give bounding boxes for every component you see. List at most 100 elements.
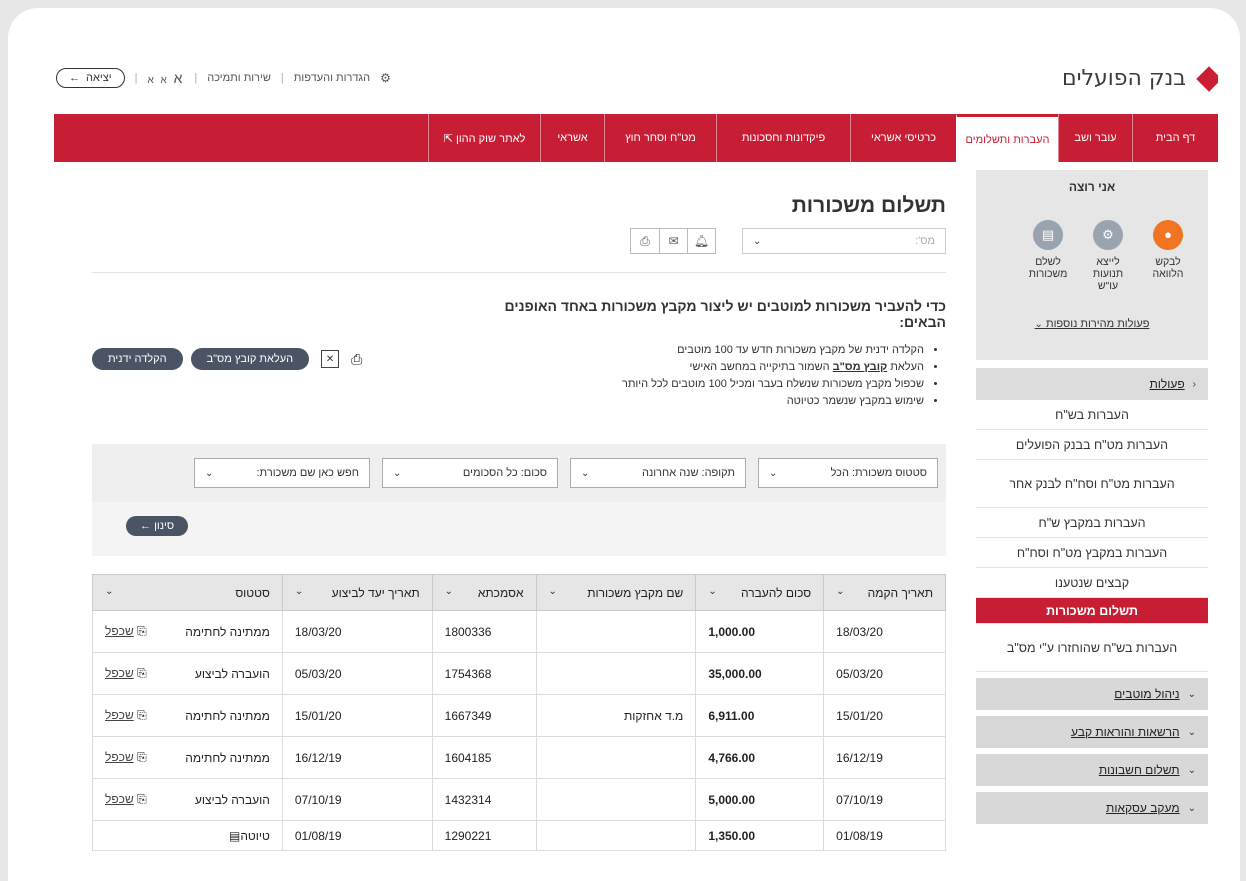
nav-item[interactable]: כרטיסי אשראי [850,114,956,162]
copy-link[interactable]: ⎘ שכפל [105,750,147,765]
upload-file-button[interactable]: העלאת קובץ מס"ב [190,348,310,370]
quick-action[interactable]: ▤ לשלם משכורות [1024,220,1072,292]
document-icon: ▤ [1033,220,1063,250]
font-medium-button[interactable]: א [161,75,169,86]
sidebar-action-item[interactable]: קבצים שנטענו [976,568,1208,598]
sidebar-section[interactable]: ⌄ ניהול מוטבים [976,678,1208,710]
chevron-down-icon: ⌄ [708,585,717,597]
quick-action[interactable]: ● לבקש הלוואה [1144,220,1192,292]
status-cell: ממתינה לחתימה ⎘ שכפל [92,694,283,737]
font-large-button[interactable]: א [174,70,185,86]
chevron-down-icon: ⌄ [1187,688,1196,700]
chevron-down-icon: ⌄ [294,585,304,597]
exit-button[interactable]: יציאה ← [56,68,125,88]
copy-link[interactable]: ⎘ שכפל [105,708,147,723]
masav-file-link[interactable]: קובץ מס"ב [833,361,888,373]
table-row[interactable]: 18/03/20 1,000.00 1800336 18/03/20 ממתינה לח… [92,610,946,653]
target-date-cell: 16/12/19 [281,736,433,779]
sidebar-section[interactable]: ⌄ הרשאות והוראות קבע [976,716,1208,748]
print-icon[interactable]: ⎙ [351,351,362,368]
reference-cell: 1432314 [431,778,537,821]
nav-item[interactable]: העברות ותשלומים [956,114,1058,162]
quick-action[interactable]: ⚙ לייצא תנועות עו"ש [1084,220,1132,292]
manual-entry-button[interactable]: הקלדה ידנית [92,348,183,370]
column-header[interactable]: סכום להעברה ⌄ [695,574,825,611]
mail-icon[interactable]: ✉ [659,229,687,253]
separator: | [194,72,198,84]
batch-name-cell [535,652,697,695]
service-link[interactable]: שירות ותמיכה [207,72,271,84]
status-wrapper: ממתינה לחתימה ⎘ שכפל [105,708,270,723]
nav-item[interactable]: פיקדונות וחסכונות [716,114,850,162]
actions-section-header[interactable]: ‹ פעולות [976,368,1208,400]
salary-batches-table: תאריך הקמה ⌄ סכום להעברה ⌄ שם מקבץ משכורות ⌄ א… [92,574,946,851]
copy-link[interactable]: ⎘ שכפל [105,792,147,807]
name-search-filter[interactable]: חפש כאן שם משכורת: ⌄ [194,458,370,488]
sidebar-section-title: הרשאות והוראות קבע [1071,725,1180,739]
column-header[interactable]: סטטוס ⌄ [92,574,283,611]
sidebar-action-item[interactable]: העברות מט"ח וסח"ח לבנק אחר [976,460,1208,508]
nav-item[interactable]: אשראי [540,114,604,162]
intro-text: כדי להעביר משכורות למוטבים יש ליצור מקבץ… [504,298,946,330]
draft-status[interactable]: טיוטה▤ [229,829,270,843]
excel-icon[interactable]: ✕ [321,350,340,368]
status-cell: הועברה לביצוע ⎘ שכפל [92,652,283,695]
chevron-down-icon: ⌄ [1187,726,1196,738]
chevron-down-icon: ⌄ [548,585,557,597]
column-header[interactable]: שם מקבץ משכורות ⌄ [535,574,697,611]
sidebar-section[interactable]: ⌄ מעקב עסקאות [976,792,1208,824]
table-row[interactable]: 05/03/20 35,000.00 1754368 05/03/20 הועברה ל… [92,652,946,695]
table-header-row: תאריך הקמה ⌄ סכום להעברה ⌄ שם מקבץ משכורות ⌄ א… [92,574,946,611]
filter-button-label: סינון [154,520,175,532]
sidebar-action-item[interactable]: העברות במקבץ מט"ח וסח"ח [976,538,1208,568]
settings-link[interactable]: הגדרות והעדפות [294,72,370,84]
quick-action-label: לייצא תנועות עו"ש [1092,256,1124,292]
status-wrapper: ממתינה לחתימה ⎘ שכפל [105,750,270,765]
target-date-cell: 05/03/20 [281,652,433,695]
batch-name-cell [535,820,697,851]
main-content: תשלום משכורות מס': ⌄ 🔔︎ ✉ ⎙ כדי להעביר מ… [92,170,946,870]
table-row[interactable]: 16/12/19 4,766.00 1604185 16/12/19 ממתינה לח… [92,736,946,779]
reference-cell: 1754368 [431,652,537,695]
column-header[interactable]: תאריך יעד לביצוע ⌄ [281,574,433,611]
nav-item[interactable]: לאתר שוק ההון ⇱ [428,114,540,162]
status-cell: הועברה לביצוע ⎘ שכפל [92,778,283,821]
sidebar-action-item[interactable]: העברות בש"ח שהוחזרו ע"י מס"ב [976,624,1208,672]
font-small-button[interactable]: א [147,75,155,86]
reference-cell: 1800336 [431,610,537,653]
table-row[interactable]: 15/01/20 6,911.00 מ.ד אחזקות 1667349 15/01/2… [92,694,946,737]
more-quick-actions-link[interactable]: פעולות מהירות נוספות ⌄ [976,318,1208,330]
copy-link[interactable]: ⎘ שכפל [105,666,147,681]
sidebar-section[interactable]: ⌄ תשלום חשבונות [976,754,1208,786]
nav-item[interactable]: מט"ח וסחר חוץ [604,114,716,162]
copy-icon: ⎘ [133,666,147,680]
amount-filter[interactable]: סכום: כל הסכומים ⌄ [382,458,558,488]
period-filter[interactable]: תקופה: שנה אחרונה ⌄ [570,458,746,488]
copy-link[interactable]: ⎘ שכפל [105,624,147,639]
bank-name: בנק הפועלים [1061,66,1186,91]
nav-item[interactable]: עובר ושב [1058,114,1132,162]
page-title: תשלום משכורות [791,194,946,217]
copy-label: שכפל [105,750,134,764]
column-header[interactable]: תאריך הקמה ⌄ [823,574,946,611]
account-select[interactable]: מס': ⌄ [742,228,946,254]
filter-button[interactable]: סינון ← [126,516,189,536]
copy-label: שכפל [105,708,134,722]
status-text: טיוטה [240,828,270,843]
target-date-cell: 01/08/19 [281,820,433,851]
table-row[interactable]: 07/10/19 5,000.00 1432314 07/10/19 הועברה לב… [92,778,946,821]
copy-icon: ⎘ [133,624,147,638]
share-icon[interactable]: ⎙ [631,229,659,253]
table-row[interactable]: 01/08/19 1,350.00 1290221 01/08/19 טיוטה▤ [92,820,946,851]
column-header[interactable]: אסמכתא ⌄ [431,574,537,611]
sidebar-action-item[interactable]: תשלום משכורות [976,598,1208,624]
gear-icon[interactable]: ⚙ [380,71,391,85]
sidebar-action-item[interactable]: העברות בש"ח [976,400,1208,430]
sidebar-action-item[interactable]: העברות מט"ח בבנק הפועלים [976,430,1208,460]
chevron-down-icon: ⌄ [1187,764,1196,776]
bell-icon[interactable]: 🔔︎ [687,229,715,253]
status-filter[interactable]: סטטוס משכורת: הכל ⌄ [758,458,938,488]
bank-logo[interactable]: בנק הפועלים [1061,65,1218,92]
sidebar-action-item[interactable]: העברות במקבץ ש"ח [976,508,1208,538]
nav-item[interactable]: דף הבית [1132,114,1218,162]
